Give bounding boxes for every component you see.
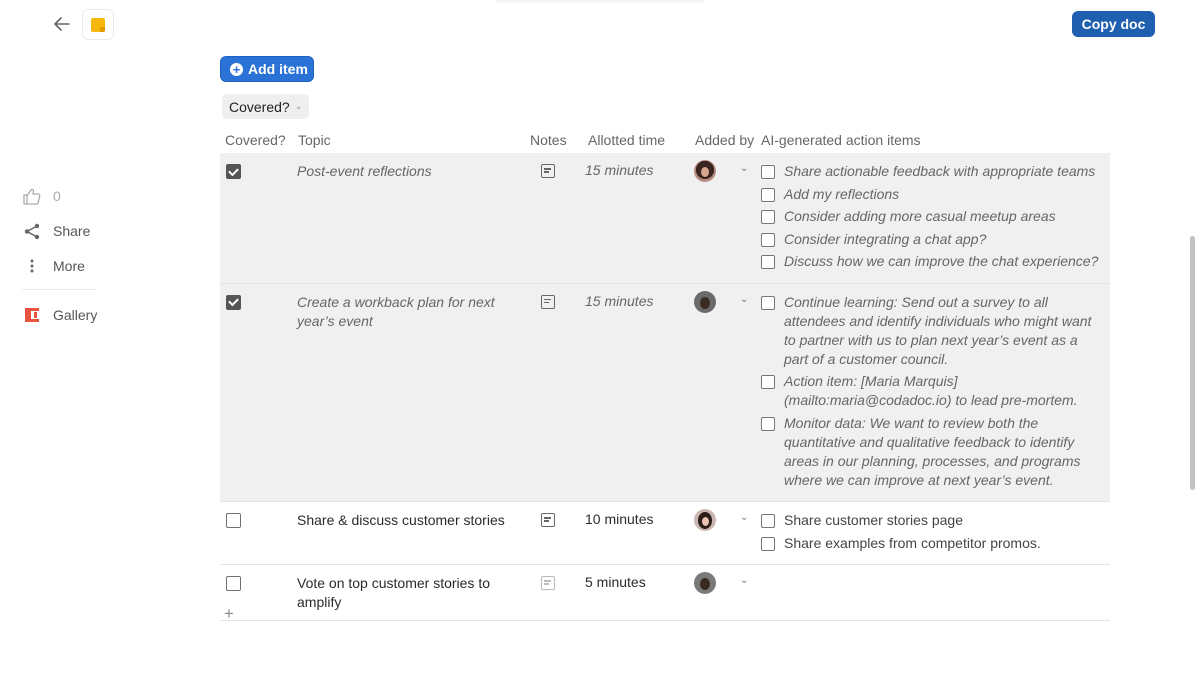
share-icon [22,223,42,240]
action-item-text: Add my reflections [784,185,900,202]
covered-checkbox[interactable] [226,576,241,591]
action-item: Discuss how we can improve the chat expe… [761,252,1110,271]
action-item-checkbox[interactable] [761,165,775,179]
action-item-checkbox[interactable] [761,187,775,202]
column-header-allotted-time[interactable]: Allotted time [585,132,690,148]
action-item-text: Continue learning: Send out a survey to … [784,293,1092,367]
column-header-notes[interactable]: Notes [525,132,585,148]
add-item-label: Add item [248,61,308,77]
avatar[interactable] [694,290,716,313]
action-item-text: Consider integrating a chat app? [784,230,987,247]
note-icon-empty[interactable] [541,576,555,590]
gallery-label: Gallery [53,307,98,323]
more-button[interactable]: More [22,256,202,276]
back-button[interactable] [50,12,74,36]
like-count: 0 [53,188,61,204]
action-item: Add my reflections [761,185,1110,204]
action-item: Share examples from competitor promos. [761,534,1110,553]
more-label: More [53,258,85,274]
action-item-checkbox[interactable] [761,514,775,528]
covered-checkbox[interactable] [226,164,241,179]
action-item: Share actionable feedback with appropria… [761,162,1110,181]
avatar[interactable] [694,509,716,531]
add-item-button[interactable]: + Add item [220,56,314,82]
avatar[interactable] [694,160,716,182]
action-item: Share customer stories page [761,511,1110,530]
allotted-time-cell[interactable]: 15 minutes [585,153,690,283]
sidebar: 0 Share More Gallery [22,186,202,340]
action-item-checkbox[interactable] [761,375,775,389]
chevron-down-icon: ⌄ [294,101,303,111]
doc-icon-button[interactable] [82,9,114,40]
action-item: Consider integrating a chat app? [761,230,1110,249]
action-item-checkbox[interactable] [761,416,775,431]
table-row: Share & discuss customer stories 10 minu… [220,502,1110,565]
action-item: Monitor data: We want to review both the… [761,414,1110,490]
sticky-note-icon [91,17,105,32]
action-item: Continue learning: Send out a survey to … [761,293,1110,369]
action-item-text: Share actionable feedback with appropria… [784,163,1096,179]
chevron-down-icon[interactable]: ⌄ [740,575,748,586]
chevron-down-icon[interactable]: ⌄ [740,163,748,174]
share-button[interactable]: Share [22,221,202,241]
allotted-time-cell[interactable]: 10 minutes [585,502,690,564]
action-item-text: Action item: [Maria Marquis] (mailto:mar… [784,373,1078,408]
top-toolbar-shadow [495,0,705,4]
sidebar-divider [22,289,97,290]
action-item-checkbox[interactable] [761,232,775,247]
note-icon[interactable] [541,513,555,527]
table-row: Vote on top customer stories to amplify … [220,565,1110,621]
action-item-checkbox[interactable] [761,255,775,269]
chevron-down-icon[interactable]: ⌄ [740,294,748,305]
table-header: Covered? Topic Notes Allotted time Added… [220,126,1110,153]
note-icon[interactable] [541,294,555,309]
column-header-ai-action-items[interactable]: AI-generated action items [761,132,1110,148]
topic-cell[interactable]: Post-event reflections [293,153,525,283]
action-item-checkbox[interactable] [761,295,775,310]
table-row: Create a workback plan for next year’s e… [220,283,1110,502]
column-header-added-by[interactable]: Added by [690,132,761,148]
covered-checkbox[interactable] [226,513,241,528]
note-icon[interactable] [541,164,555,178]
agenda-table: Covered? Topic Notes Allotted time Added… [220,126,1110,621]
action-item: Consider adding more casual meetup areas [761,207,1110,226]
action-item-checkbox[interactable] [761,536,775,551]
column-header-covered[interactable]: Covered? [220,132,293,148]
action-item-text: Monitor data: We want to review both the… [784,414,1081,488]
copy-doc-button[interactable]: Copy doc [1072,11,1155,37]
chevron-down-icon[interactable]: ⌄ [740,512,748,523]
arrow-left-icon [54,17,70,31]
covered-filter-chip[interactable]: Covered? ⌄ [222,94,310,119]
add-row-plus-icon[interactable]: + [224,604,234,624]
action-item-text: Discuss how we can improve the chat expe… [784,253,1099,269]
action-items-list [761,565,1110,620]
column-header-topic[interactable]: Topic [293,132,525,148]
gallery-link[interactable]: Gallery [22,305,202,325]
scrollbar[interactable] [1190,236,1195,490]
like-button[interactable]: 0 [22,186,202,206]
allotted-time-cell[interactable]: 5 minutes [585,565,690,620]
action-item: Action item: [Maria Marquis] (mailto:mar… [761,372,1110,410]
action-items-list: Share customer stories page Share exampl… [761,511,1110,564]
topic-cell[interactable]: Vote on top customer stories to amplify [293,565,525,620]
plus-circle-icon: + [230,62,243,76]
gallery-logo-icon [22,308,42,322]
avatar[interactable] [694,572,716,594]
action-items-list: Continue learning: Send out a survey to … [761,293,1110,502]
more-vertical-icon [22,259,42,273]
filter-label: Covered? [229,98,290,115]
share-label: Share [53,223,91,239]
allotted-time-cell[interactable]: 15 minutes [585,284,690,502]
covered-checkbox[interactable] [226,294,241,310]
table-row: Post-event reflections 15 minutes ⌄ Shar… [220,153,1110,284]
topic-cell[interactable]: Create a workback plan for next year’s e… [293,284,525,502]
action-items-list: Share actionable feedback with appropria… [761,162,1110,283]
thumbs-up-icon [22,188,42,205]
action-item-checkbox[interactable] [761,210,775,224]
action-item-text: Consider adding more casual meetup areas [784,208,1056,224]
topic-cell[interactable]: Share & discuss customer stories [293,502,525,564]
action-item-text: Share customer stories page [784,512,963,528]
action-item-text: Share examples from competitor promos. [784,534,1041,551]
